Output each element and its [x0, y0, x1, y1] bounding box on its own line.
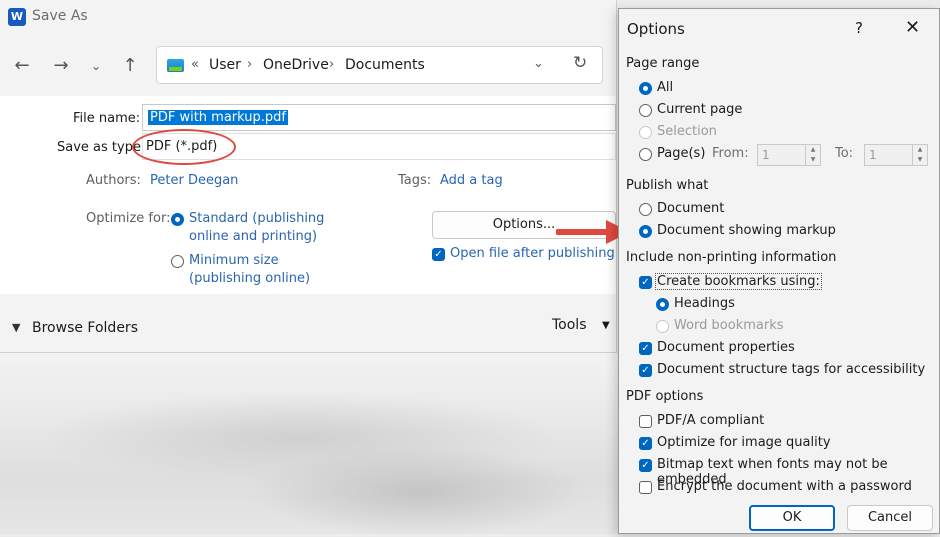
breadcrumb-separator-icon: › [329, 57, 335, 72]
page-range-all-radio[interactable] [639, 82, 652, 95]
from-page-spinner[interactable]: 1 ▲ ▼ [757, 144, 821, 166]
up-arrow-icon[interactable]: ↑ [118, 54, 142, 78]
breadcrumb-overflow[interactable]: « [191, 57, 199, 72]
file-name-value: PDF with markup.pdf [148, 110, 288, 125]
structure-tags-label[interactable]: Document structure tags for accessibilit… [657, 362, 925, 377]
optimize-minimum-label-line2[interactable]: (publishing online) [189, 271, 310, 286]
pdfa-checkbox[interactable] [639, 415, 652, 428]
current-page-radio[interactable] [639, 104, 652, 117]
tools-menu[interactable]: Tools [552, 317, 587, 333]
add-tag-link[interactable]: Add a tag [440, 173, 503, 188]
from-page-value: 1 [762, 148, 770, 162]
document-markup-radio[interactable] [639, 225, 652, 238]
breadcrumb-user[interactable]: User [209, 57, 241, 73]
from-label: From: [712, 146, 749, 161]
spinner-arrows-icon[interactable]: ▲ ▼ [912, 145, 927, 165]
document-label[interactable]: Document [657, 201, 724, 216]
headings-label[interactable]: Headings [674, 296, 735, 311]
optimize-minimum-label-line1[interactable]: Minimum size [189, 253, 279, 268]
pages-radio[interactable] [639, 148, 652, 161]
word-app-icon: W [8, 8, 26, 26]
save-as-dialog: W Save As ← → ⌄ ↑ « User › OneDrive › Do… [0, 0, 617, 353]
breadcrumb-onedrive[interactable]: OneDrive [263, 57, 329, 73]
onedrive-location-icon [167, 59, 184, 72]
tools-dropdown-icon[interactable]: ▼ [602, 320, 610, 331]
address-bar[interactable]: « User › OneDrive › Documents ⌄ ↻ [156, 46, 603, 84]
bottom-bar: ▼ Browse Folders Tools ▼ [0, 294, 616, 352]
authors-label: Authors: [86, 173, 141, 188]
background-blur-shape [250, 447, 590, 537]
optimize-image-quality-checkbox[interactable]: ✓ [639, 437, 652, 450]
to-page-spinner[interactable]: 1 ▲ ▼ [864, 144, 928, 166]
options-dialog-title: Options [627, 20, 685, 38]
cancel-button[interactable]: Cancel [847, 505, 933, 531]
encrypt-label[interactable]: Encrypt the document with a password [657, 479, 912, 494]
authors-value[interactable]: Peter Deegan [150, 173, 238, 188]
optimize-standard-label-line2[interactable]: online and printing) [189, 229, 317, 244]
close-icon[interactable]: ✕ [905, 17, 920, 38]
page-range-all-label[interactable]: All [657, 80, 673, 95]
headings-radio[interactable] [656, 298, 669, 311]
word-bookmarks-label: Word bookmarks [674, 318, 784, 333]
tags-label: Tags: [398, 173, 432, 188]
address-dropdown-chevron-icon[interactable]: ⌄ [533, 56, 544, 71]
pdfa-label[interactable]: PDF/A compliant [657, 413, 764, 428]
save-form: File name: PDF with markup.pdf Save as t… [0, 96, 616, 294]
to-page-value: 1 [869, 148, 877, 162]
publish-what-heading: Publish what [626, 178, 709, 193]
page-range-heading: Page range [626, 56, 700, 71]
optimize-for-label: Optimize for: [86, 211, 171, 226]
spinner-arrows-icon[interactable]: ▲ ▼ [805, 145, 820, 165]
ok-button[interactable]: OK [749, 505, 835, 531]
pdf-options-heading: PDF options [626, 389, 704, 404]
current-page-label[interactable]: Current page [657, 102, 742, 117]
open-after-publishing-checkbox[interactable]: ✓ [432, 248, 445, 261]
browse-folders-toggle[interactable]: Browse Folders [32, 320, 138, 336]
bitmap-text-checkbox[interactable]: ✓ [639, 459, 652, 472]
help-icon[interactable]: ? [855, 19, 863, 37]
document-properties-checkbox[interactable]: ✓ [639, 342, 652, 355]
red-highlight-ellipse [132, 129, 236, 165]
optimize-minimum-radio[interactable] [171, 255, 184, 268]
optimize-standard-radio[interactable] [171, 213, 184, 226]
create-bookmarks-checkbox[interactable]: ✓ [639, 276, 652, 289]
recent-locations-chevron-icon[interactable]: ⌄ [84, 54, 108, 78]
optimize-image-quality-label[interactable]: Optimize for image quality [657, 435, 831, 450]
word-bookmarks-radio [656, 320, 669, 333]
create-bookmarks-label[interactable]: Create bookmarks using: [655, 273, 822, 290]
encrypt-checkbox[interactable] [639, 481, 652, 494]
document-markup-label[interactable]: Document showing markup [657, 223, 836, 238]
document-radio[interactable] [639, 203, 652, 216]
selection-radio [639, 126, 652, 139]
breadcrumb-separator-icon: › [247, 57, 253, 72]
forward-arrow-icon[interactable]: → [49, 54, 73, 78]
nonprinting-heading: Include non-printing information [626, 250, 837, 265]
options-dialog: Options ? ✕ Page range All Current page … [618, 8, 940, 534]
to-label: To: [835, 146, 854, 161]
title-bar: W Save As [0, 0, 616, 34]
refresh-icon[interactable]: ↻ [573, 53, 587, 73]
pages-label[interactable]: Page(s) [657, 146, 705, 161]
document-properties-label[interactable]: Document properties [657, 340, 795, 355]
optimize-standard-label-line1[interactable]: Standard (publishing [189, 211, 324, 226]
back-arrow-icon[interactable]: ← [10, 54, 34, 78]
file-name-label: File name: [73, 111, 141, 126]
browse-folders-chevron-icon[interactable]: ▼ [12, 321, 20, 334]
breadcrumb-documents[interactable]: Documents [345, 57, 425, 73]
file-name-input[interactable]: PDF with markup.pdf [142, 104, 616, 131]
structure-tags-checkbox[interactable]: ✓ [639, 364, 652, 377]
window-title: Save As [32, 8, 88, 24]
selection-label: Selection [657, 124, 717, 139]
